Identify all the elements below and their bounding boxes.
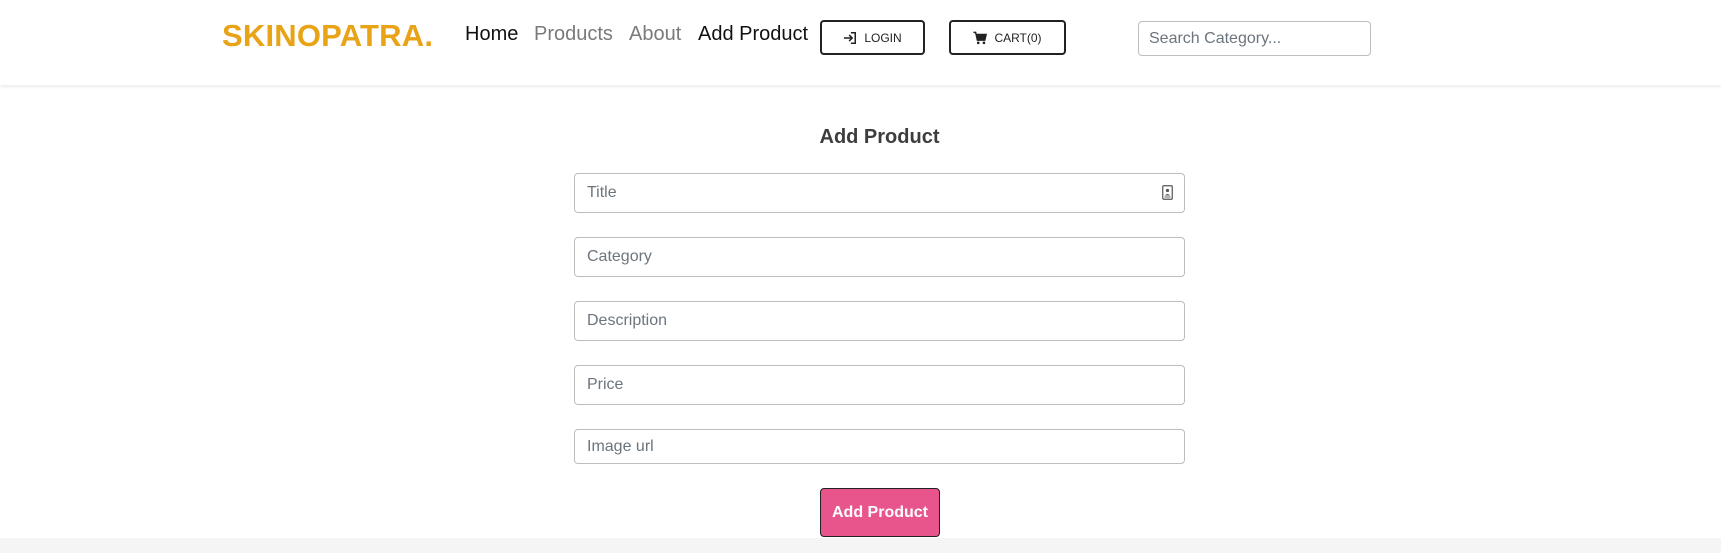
page-title: Add Product: [819, 126, 940, 148]
nav-link-about[interactable]: About: [629, 23, 681, 46]
add-product-page: Add Product Add Product: [0, 85, 1721, 538]
sign-in-icon: [843, 31, 857, 45]
login-button[interactable]: LOGIN: [820, 20, 925, 55]
contact-card-icon[interactable]: [1162, 185, 1173, 200]
nav-link-add-product[interactable]: Add Product: [698, 23, 808, 46]
cart-label: CART(0): [994, 30, 1042, 45]
price-field-wrapper: [574, 365, 1185, 405]
search-category-input[interactable]: [1138, 21, 1371, 56]
navbar: SKINOPATRA. Home Products About Add Prod…: [0, 0, 1721, 85]
image-url-field-wrapper: [574, 429, 1185, 464]
title-field-wrapper: [574, 173, 1185, 213]
page-footer: [0, 538, 1721, 553]
price-field[interactable]: [574, 365, 1185, 405]
brand-logo[interactable]: SKINOPATRA.: [222, 18, 433, 54]
description-field[interactable]: [574, 301, 1185, 341]
cart-button[interactable]: CART(0): [949, 20, 1066, 55]
login-label: LOGIN: [864, 30, 902, 45]
nav-link-products[interactable]: Products: [534, 23, 613, 46]
nav-link-home[interactable]: Home: [465, 23, 518, 46]
category-field-wrapper: [574, 237, 1185, 277]
add-product-button[interactable]: Add Product: [820, 488, 940, 537]
description-field-wrapper: [574, 301, 1185, 341]
cart-icon: [973, 31, 988, 45]
category-field[interactable]: [574, 237, 1185, 277]
image-url-field[interactable]: [574, 429, 1185, 464]
title-field[interactable]: [574, 173, 1185, 213]
